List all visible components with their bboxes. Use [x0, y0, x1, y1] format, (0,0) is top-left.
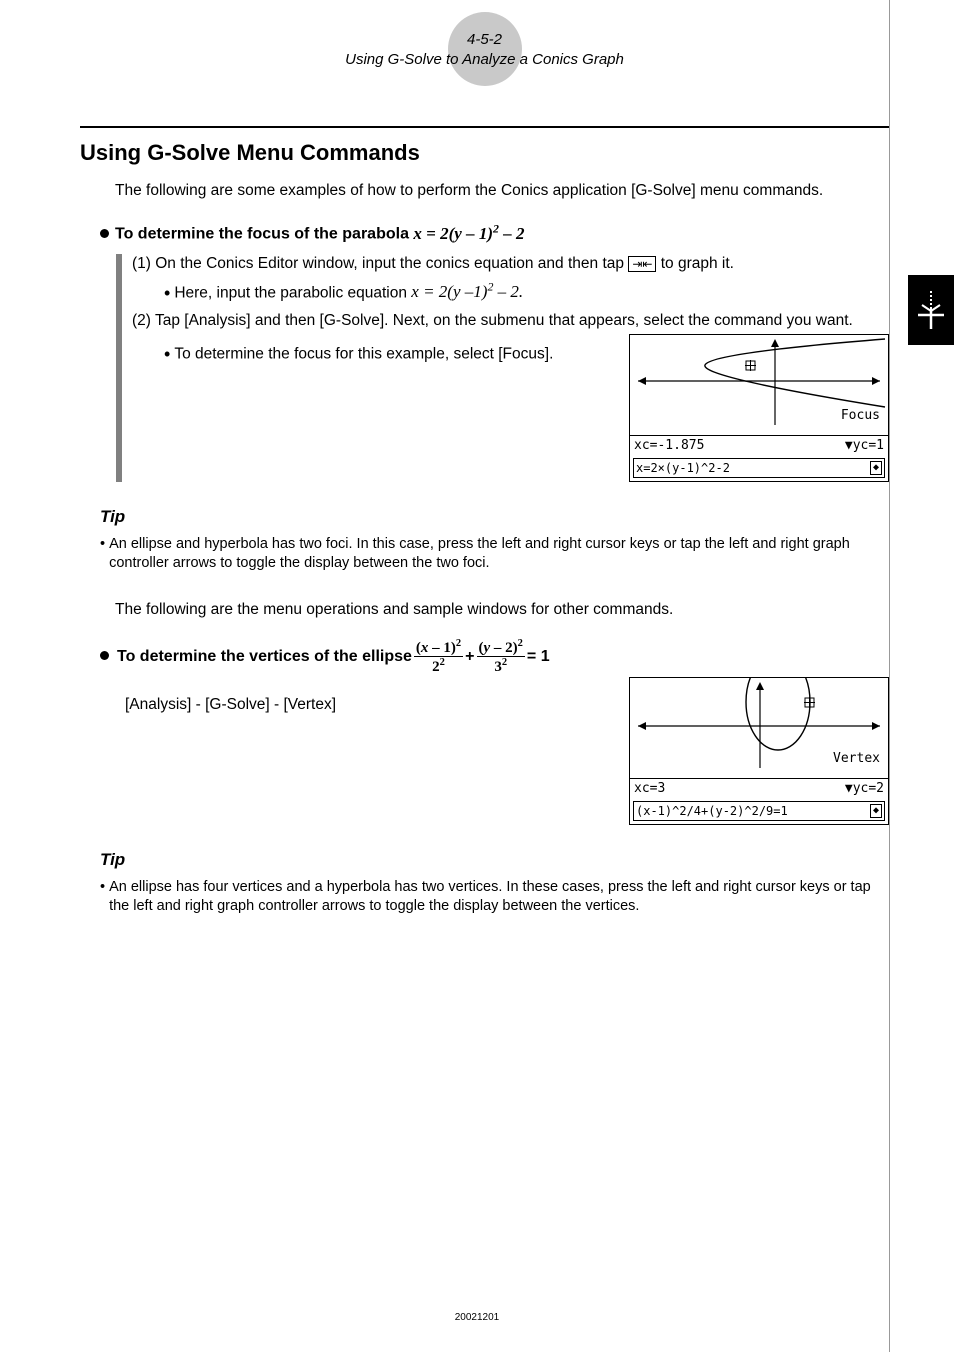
step1-sub-eq: x = 2(y –1)2 – 2.	[411, 282, 523, 301]
page-subtitle: Using G-Solve to Analyze a Conics Graph	[80, 50, 889, 70]
focus-label: Focus	[841, 408, 880, 423]
bullet-icon: •	[164, 283, 170, 303]
step1-sub-text: Here, input the parabolic equation	[174, 284, 411, 301]
bullet-icon: •	[164, 344, 170, 364]
tip2-label: Tip	[100, 849, 889, 872]
plus: +	[465, 646, 474, 668]
graph-area: Focus	[630, 335, 888, 435]
menu-path: [Analysis] - [G-Solve] - [Vertex]	[125, 695, 613, 716]
equation-text: (x-1)^2/4+(y-2)^2/9=1	[636, 803, 788, 819]
intro-text: The following are some examples of how t…	[115, 181, 889, 202]
step1-text: (1) On the Conics Editor window, input t…	[132, 255, 628, 272]
status-bar: xc=-1.875 ▼yc=1	[630, 435, 888, 456]
tip2-text: An ellipse has four vertices and a hyper…	[109, 878, 889, 917]
page: 4-5-2 Using G-Solve to Analyze a Conics …	[0, 0, 954, 947]
step2-sub: •To determine the focus for this example…	[164, 342, 613, 366]
eq-suffix: = 1	[527, 646, 550, 668]
fraction2: (y – 2)2 32	[477, 639, 525, 675]
footer-code: 20021201	[0, 1311, 954, 1325]
bullet-icon	[100, 229, 109, 238]
yc-value: ▼yc=2	[845, 780, 884, 798]
ex2-heading-text: To determine the vertices of the ellipse	[117, 646, 412, 668]
status-bar: xc=3 ▼yc=2	[630, 778, 888, 799]
bullet-icon	[100, 651, 109, 660]
graph-area: Vertex	[630, 678, 888, 778]
between-text: The following are the menu operations an…	[115, 600, 889, 621]
tip1-label: Tip	[100, 506, 889, 529]
step1-suffix: to graph it.	[656, 255, 734, 272]
ex1-heading-text: To determine the focus of the parabola	[115, 226, 413, 243]
tip1-body: • An ellipse and hyperbola has two foci.…	[100, 535, 889, 574]
graph-icon: ⇥⇤	[628, 256, 656, 272]
yc-value: ▼yc=1	[845, 437, 884, 455]
calculator-screenshot-focus: Focus xc=-1.875 ▼yc=1 x=2×(y-1)^2-2 ◆	[629, 334, 889, 482]
xc-value: xc=3	[634, 780, 665, 798]
example2-heading: To determine the vertices of the ellipse…	[100, 639, 889, 675]
side-registration-mark	[908, 275, 954, 345]
step1-sub: •Here, input the parabolic equation x = …	[164, 279, 889, 306]
step2-sub-text: To determine the focus for this example,…	[174, 346, 553, 363]
section-title: Using G-Solve Menu Commands	[80, 138, 889, 168]
example1-steps: (1) On the Conics Editor window, input t…	[116, 254, 889, 482]
tip1-text: An ellipse and hyperbola has two foci. I…	[109, 535, 889, 574]
vertex-label: Vertex	[833, 751, 880, 766]
bullet-icon: •	[100, 878, 105, 917]
example1-heading: To determine the focus of the parabola x…	[100, 220, 889, 246]
scroll-icon: ◆	[870, 461, 882, 475]
ex1-heading-eq: x = 2(y – 1)2 – 2	[413, 224, 524, 243]
bullet-icon: •	[100, 535, 105, 574]
section-rule	[80, 126, 889, 128]
step1: (1) On the Conics Editor window, input t…	[132, 254, 889, 306]
header: 4-5-2 Using G-Solve to Analyze a Conics …	[80, 30, 889, 71]
xc-value: xc=-1.875	[634, 437, 704, 455]
tip2-body: • An ellipse has four vertices and a hyp…	[100, 878, 889, 917]
calculator-screenshot-vertex: Vertex xc=3 ▼yc=2 (x-1)^2/4+(y-2)^2/9=1 …	[629, 677, 889, 825]
step2: (2) Tap [Analysis] and then [G-Solve]. N…	[132, 311, 889, 332]
fraction1: (x – 1)2 22	[414, 639, 463, 675]
equation-bar: x=2×(y-1)^2-2 ◆	[633, 458, 885, 478]
equation-bar: (x-1)^2/4+(y-2)^2/9=1 ◆	[633, 801, 885, 821]
equation-text: x=2×(y-1)^2-2	[636, 460, 730, 476]
scroll-icon: ◆	[870, 804, 882, 818]
page-code: 4-5-2	[80, 30, 889, 50]
